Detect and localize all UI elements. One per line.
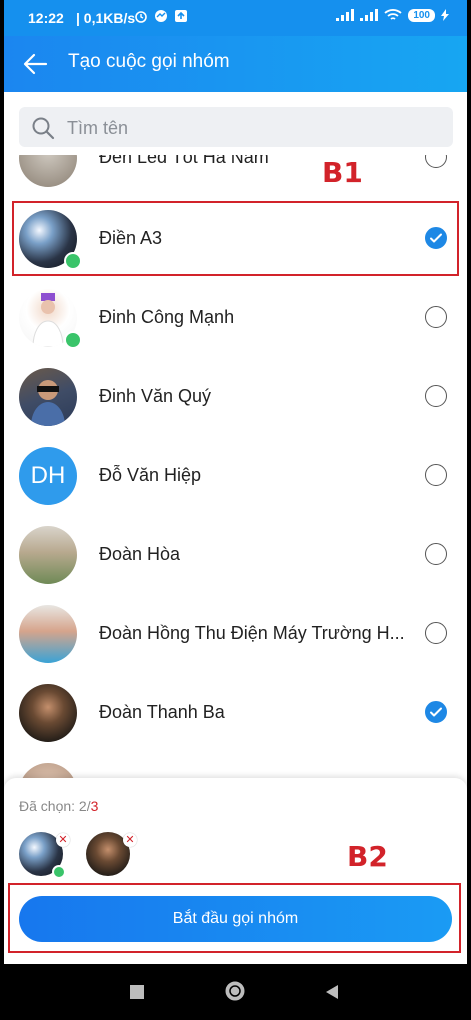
contact-avatar	[19, 526, 77, 584]
status-right: 100	[336, 8, 449, 22]
contact-checkbox[interactable]	[425, 464, 447, 486]
contact-checkbox[interactable]	[425, 701, 447, 723]
contact-avatar	[19, 155, 77, 187]
search-input[interactable]	[65, 107, 439, 149]
contact-avatar	[19, 368, 77, 426]
search-icon	[32, 117, 55, 140]
contact-avatar: DH	[19, 447, 77, 505]
status-icons	[134, 9, 188, 23]
contact-checkbox[interactable]	[425, 543, 447, 565]
contact-row[interactable]: Đinh Công Mạnh	[4, 279, 467, 358]
contact-row[interactable]: Đoàn Hòa	[4, 516, 467, 595]
contact-row[interactable]: Đoàn Thanh Ba	[4, 674, 467, 753]
app-screen: 12:22 | 0,1KB/s 100 Tạo cuộc gọi nhóm Đè…	[4, 0, 467, 964]
signal-icon	[360, 9, 379, 21]
selected-count-max: 3	[90, 798, 99, 814]
upload-icon	[175, 10, 187, 22]
contact-name: Đoàn Hòa	[99, 544, 181, 564]
contact-avatar	[19, 605, 77, 663]
contact-checkbox[interactable]	[425, 155, 447, 168]
contact-row[interactable]: Đèn Led Tốt Hà Nam	[4, 155, 467, 198]
system-nav-bar	[0, 964, 471, 1020]
person-silhouette	[31, 380, 65, 426]
remove-chip-icon[interactable]: ✕	[56, 833, 70, 847]
contact-row[interactable]: DH Đỗ Văn Hiệp	[4, 437, 467, 516]
page-title: Tạo cuộc gọi nhóm	[68, 51, 230, 72]
alarm-icon	[135, 11, 147, 23]
charging-icon	[441, 9, 449, 21]
back-arrow-icon[interactable]	[22, 52, 48, 76]
contact-row[interactable]: Đinh Văn Quý	[4, 358, 467, 437]
recents-icon[interactable]	[130, 985, 144, 999]
contact-name: Đoàn Thanh Ba	[99, 702, 225, 722]
app-bar: Tạo cuộc gọi nhóm	[4, 36, 467, 92]
battery-level: 100	[408, 8, 435, 22]
wifi-icon	[384, 9, 402, 20]
annotation-label-b1: B1	[322, 156, 363, 189]
contact-name: Đoàn Hồng Thu Điện Máy Trường H...	[99, 623, 405, 643]
status-time: 12:22	[28, 10, 64, 26]
contact-row[interactable]	[4, 753, 467, 780]
status-bar: 12:22 | 0,1KB/s 100	[4, 0, 467, 36]
contact-name: Đinh Công Mạnh	[99, 307, 235, 327]
annotation-box-b1	[12, 201, 459, 276]
selected-count-label: Đã chọn: 2/	[19, 798, 91, 814]
contact-checkbox[interactable]	[425, 622, 447, 644]
search-bar	[19, 107, 453, 149]
contact-name: Đỗ Văn Hiệp	[99, 465, 202, 485]
messenger-icon	[155, 10, 167, 22]
signal-icon	[336, 9, 355, 21]
start-group-call-button[interactable]: Bắt đầu gọi nhóm	[19, 896, 452, 942]
contact-checkbox[interactable]	[425, 306, 447, 328]
contact-avatar	[19, 684, 77, 742]
annotation-label-b2: B2	[347, 840, 388, 873]
contact-checkbox[interactable]	[425, 385, 447, 407]
online-indicator	[52, 865, 66, 879]
online-indicator	[64, 331, 82, 349]
contact-row[interactable]: Đoàn Hồng Thu Điện Máy Trường H...	[4, 595, 467, 674]
selection-panel: Đã chọn: 2/3 ✕ ✕ B2 Bắt đầu gọi nhóm	[4, 778, 467, 964]
nav-back-icon[interactable]	[323, 983, 341, 1001]
contact-name: Đinh Văn Quý	[99, 386, 212, 406]
avatar-initials: DH	[30, 462, 66, 489]
home-icon[interactable]	[224, 980, 246, 1002]
checkmark-icon	[430, 707, 442, 717]
contact-name: Đèn Led Tốt Hà Nam	[99, 155, 269, 167]
selected-count: Đã chọn: 2/3	[19, 798, 98, 814]
status-network-speed: | 0,1KB/s	[76, 10, 136, 26]
remove-chip-icon[interactable]: ✕	[123, 833, 137, 847]
